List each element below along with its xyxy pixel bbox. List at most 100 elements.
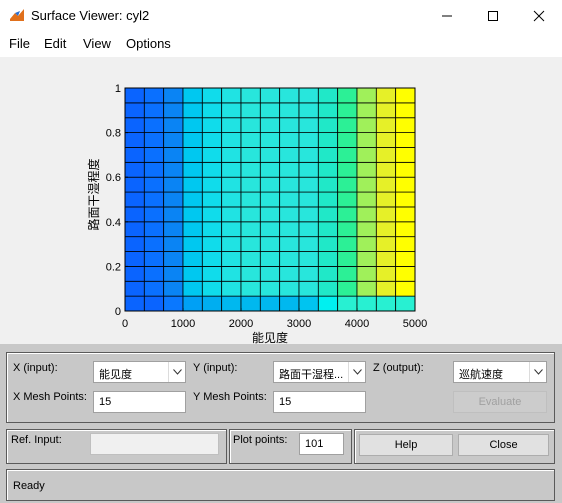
surface-cell <box>182 147 203 163</box>
surface-cell <box>143 280 165 297</box>
surface-cell <box>317 206 339 223</box>
surface-cell <box>143 206 165 223</box>
surface-cell <box>317 191 339 208</box>
surface-cell <box>337 102 358 119</box>
x-input-select[interactable]: 能见度 <box>93 361 186 383</box>
menu-view[interactable]: View <box>83 36 111 51</box>
chevron-down-icon <box>529 362 546 382</box>
surface-cell <box>356 236 377 252</box>
surface-cell <box>317 132 339 148</box>
surface-cell <box>259 87 281 104</box>
plot-area: 0 1000 2000 3000 4000 5000 0 0.2 0.4 0.6 0.8 1 能见度 路面… <box>0 57 562 344</box>
surface-cell <box>317 251 339 267</box>
menu-options[interactable]: Options <box>126 36 171 51</box>
surface-cell <box>124 176 145 193</box>
surface-cell <box>143 191 165 208</box>
z-output-select[interactable]: 巡航速度 <box>453 361 547 383</box>
surface-cell <box>221 265 242 282</box>
surface-cell <box>395 221 416 238</box>
x-input-value: 能见度 <box>99 369 132 381</box>
surface-cell <box>395 176 416 193</box>
surface-cell <box>201 206 223 223</box>
surface-cell <box>395 117 416 134</box>
x-mesh-label: X Mesh Points: <box>13 391 87 403</box>
z-output-value: 巡航速度 <box>459 369 503 381</box>
surface-cell <box>240 295 261 312</box>
minimize-button[interactable] <box>424 0 470 31</box>
surface-cell <box>259 265 281 282</box>
surface-cell <box>356 87 377 104</box>
chevron-down-icon <box>168 362 185 382</box>
surface-cell <box>259 132 281 148</box>
surface-cell <box>375 191 397 208</box>
surface-cell <box>279 206 300 223</box>
surface-cell <box>298 206 319 223</box>
surface-cell <box>279 102 300 119</box>
surface-cell <box>317 176 339 193</box>
y-mesh-label: Y Mesh Points: <box>193 391 267 403</box>
surface-cell <box>182 87 203 104</box>
surface-cell <box>182 265 203 282</box>
surface-cell <box>163 280 184 297</box>
surface-cell <box>124 102 145 119</box>
surface-cell <box>375 295 397 312</box>
control-panel: X (input): 能见度 Y (input): 路面干湿程... Z (ou… <box>0 344 562 503</box>
surface-cell <box>201 102 223 119</box>
menu-file[interactable]: File <box>9 36 30 51</box>
surface-cell <box>143 147 165 163</box>
surface-cell <box>356 221 377 238</box>
surface-plot[interactable]: 0 1000 2000 3000 4000 5000 0 0.2 0.4 0.6 0.8 1 能见度 路面… <box>0 57 562 344</box>
surface-cell <box>279 117 300 134</box>
surface-cell <box>163 117 184 134</box>
surface-cell <box>279 176 300 193</box>
surface-cell <box>317 87 339 104</box>
surface-cell <box>317 221 339 238</box>
evaluate-button[interactable]: Evaluate <box>453 391 547 413</box>
surface-cell <box>163 132 184 148</box>
z-output-label: Z (output): <box>373 362 424 374</box>
surface-cell <box>240 87 261 104</box>
surface-cell <box>317 117 339 134</box>
help-button[interactable]: Help <box>359 434 453 456</box>
surface-cell <box>337 236 358 252</box>
x-axis-label: 能见度 <box>252 330 288 344</box>
surface-cell <box>163 295 184 312</box>
y-mesh-input[interactable]: 15 <box>273 391 366 413</box>
close-window-button[interactable] <box>516 0 562 31</box>
y-input-select[interactable]: 路面干湿程... <box>273 361 366 383</box>
surface-cell <box>124 236 145 252</box>
x-tick-label: 3000 <box>287 318 311 330</box>
surface-cell <box>395 295 416 312</box>
y-tick-label: 1 <box>115 83 121 95</box>
surface-cell <box>182 251 203 267</box>
surface-cell <box>182 236 203 252</box>
surface-cell <box>163 221 184 238</box>
surface-cell <box>337 176 358 193</box>
surface-cell <box>163 161 184 178</box>
surface-cell <box>201 221 223 238</box>
x-tick-label: 4000 <box>345 318 369 330</box>
surface-cell <box>201 87 223 104</box>
x-input-label: X (input): <box>13 362 58 374</box>
surface-cell <box>356 280 377 297</box>
menu-edit[interactable]: Edit <box>44 36 66 51</box>
surface-cell <box>375 251 397 267</box>
surface-cell <box>221 206 242 223</box>
surface-cell <box>298 176 319 193</box>
maximize-button[interactable] <box>470 0 516 31</box>
surface-cell <box>124 132 145 148</box>
surface-cell <box>337 117 358 134</box>
surface-cell <box>337 161 358 178</box>
surface-cell <box>221 191 242 208</box>
surface-cell <box>298 251 319 267</box>
x-mesh-input[interactable]: 15 <box>93 391 186 413</box>
close-button[interactable]: Close <box>458 434 549 456</box>
surface-cell <box>317 280 339 297</box>
surface-cell <box>124 147 145 163</box>
menu-bar: File Edit View Options <box>0 31 562 57</box>
ref-input-field[interactable] <box>90 433 219 455</box>
plot-points-input[interactable]: 101 <box>299 433 344 455</box>
surface-cell <box>356 102 377 119</box>
surface-cell <box>163 236 184 252</box>
y-tick-label: 0.4 <box>106 217 121 229</box>
